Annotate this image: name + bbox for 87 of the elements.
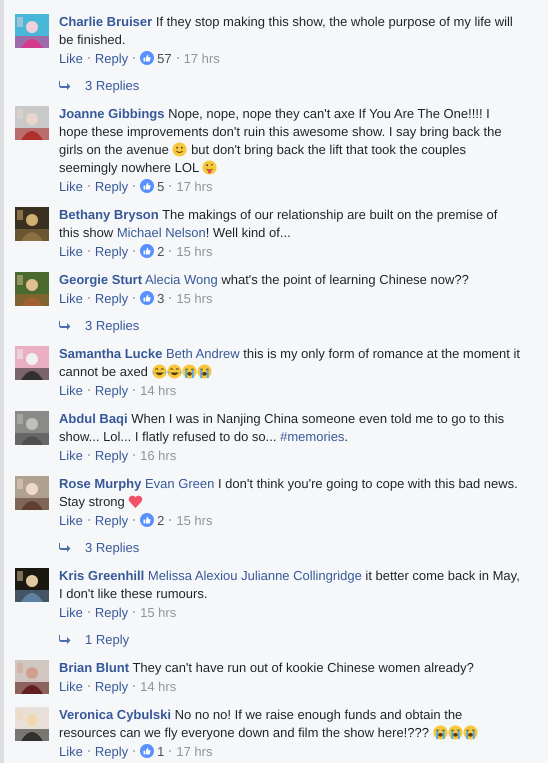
like-icon [140, 291, 154, 305]
view-replies-link[interactable]: 3 Replies [85, 540, 140, 554]
timestamp: 15 hrs [176, 512, 212, 528]
laughing-emoji-icon [166, 364, 182, 379]
comment-action-link[interactable]: Reply [94, 448, 128, 462]
mention-link[interactable]: Melissa Alexiou [148, 568, 238, 583]
reply-arrow-icon [59, 634, 71, 644]
tongue-emoji-icon [202, 160, 218, 175]
comment-text: Veronica Cybulski No no no! If we raise enough funds and obtain the resources can we fly everyone down and film the show here!??? [59, 706, 521, 742]
like-count: 2 [157, 244, 164, 258]
comment-action-link[interactable]: Reply [94, 382, 128, 398]
laughing-emoji-icon [152, 364, 167, 379]
comment-action-link[interactable]: Reply [94, 604, 128, 620]
like-icon [140, 179, 154, 193]
view-replies-link[interactable]: 1 Reply [85, 632, 130, 646]
comment-action-link[interactable]: Reply [94, 178, 128, 194]
comment-action-link[interactable]: Like [59, 178, 83, 194]
crying-emoji-icon [448, 725, 463, 740]
commenter-name[interactable]: Rose Murphy [59, 476, 142, 491]
commenter-name[interactable]: Brian Blunt [59, 660, 130, 675]
comment-text: Rose Murphy Evan Green I don't think you're going to cope with this bad news. Stay strong [59, 475, 519, 511]
like-count: 1 [157, 744, 164, 758]
like-count: 5 [157, 178, 164, 194]
like-count: 57 [157, 50, 172, 66]
like-count: 2 [157, 512, 164, 528]
comment-action-link[interactable]: Like [59, 50, 83, 66]
heart-icon [128, 494, 144, 509]
timestamp: 17 hrs [176, 178, 212, 194]
comment-action-link[interactable]: Like [59, 448, 83, 462]
reply-arrow-icon [59, 80, 71, 90]
comment-text: Samantha Lucke Beth Andrew this is my only form of romance at the moment it cannot be axed [59, 345, 521, 381]
timestamp: 15 hrs [140, 604, 176, 620]
comment-action-link[interactable]: Reply [94, 244, 128, 258]
mention-link[interactable]: Beth Andrew [166, 346, 240, 361]
comment-action-link[interactable]: Reply [94, 50, 128, 66]
like-icon [140, 51, 154, 65]
crying-emoji-icon [196, 364, 212, 379]
comment-text: Kris Greenhill Melissa Alexiou Julianne Collingridge it better come back in May, I don't like these rumours. [59, 567, 521, 603]
like-icon [140, 744, 154, 758]
comment-action-link[interactable]: Like [59, 244, 83, 258]
reply-arrow-icon [59, 542, 71, 552]
mention-link[interactable]: #memories [280, 429, 344, 444]
commenter-name[interactable]: Abdul Baqi [59, 411, 128, 426]
reply-arrow-icon [59, 320, 71, 330]
view-replies-link[interactable]: 3 Replies [85, 318, 140, 332]
commenter-name[interactable]: Charlie Bruiser [59, 14, 152, 29]
comment-text: Bethany Bryson The makings of our relationship are built on the premise of this show Michael Nelson! Well kind of... [59, 206, 498, 242]
mention-link[interactable]: Alecia Wong [144, 272, 218, 287]
comment-action-link[interactable]: Like [59, 604, 83, 620]
commenter-name[interactable]: Samantha Lucke [59, 346, 162, 361]
timestamp: 16 hrs [140, 448, 176, 462]
comment-text: Georgie Sturt Alecia Wong what's the point of learning Chinese now?? [59, 271, 470, 289]
comment-action-link[interactable]: Reply [94, 678, 128, 694]
comment-action-link[interactable]: Like [59, 678, 83, 694]
comment-action-link[interactable]: Like [59, 290, 83, 306]
comment-text: Abdul Baqi When I was in Nanjing China someone even told me to go to this show... Lol... I flatly refused to do so... #memories. [59, 410, 506, 446]
timestamp: 17 hrs [176, 744, 212, 758]
comment-text: Brian Blunt They can't have run out of kookie Chinese women already? [59, 659, 475, 677]
commenter-name[interactable]: Kris Greenhill [59, 568, 144, 583]
commenter-name[interactable]: Joanne Gibbings [59, 106, 164, 121]
commenter-name[interactable]: Georgie Sturt [59, 272, 142, 287]
comment-text: Charlie Bruiser If they stop making this show, the whole purpose of my life will be finished. [59, 13, 514, 49]
comment-action-link[interactable]: Like [59, 744, 83, 758]
like-icon [140, 513, 154, 527]
commenter-name[interactable]: Bethany Bryson [59, 207, 159, 222]
timestamp: 15 hrs [176, 244, 212, 258]
crying-emoji-icon [462, 725, 478, 740]
comment-action-link[interactable]: Like [59, 382, 83, 398]
like-count: 3 [157, 290, 164, 306]
comment-action-link[interactable]: Reply [94, 512, 128, 528]
comment-action-link[interactable]: Reply [94, 290, 128, 306]
comment-action-link[interactable]: Reply [94, 744, 128, 758]
timestamp: 14 hrs [140, 382, 176, 398]
commenter-name[interactable]: Veronica Cybulski [59, 707, 171, 722]
timestamp: 17 hrs [184, 50, 220, 66]
mention-link[interactable]: Julianne Collingridge [241, 568, 362, 583]
crying-emoji-icon [432, 725, 448, 740]
timestamp: 14 hrs [140, 678, 176, 694]
mention-link[interactable]: Michael Nelson [116, 225, 206, 240]
comment-text: Joanne Gibbings Nope, nope, nope they can't axe If You Are The One!!!! I hope these improvements don't ruin this awesome show. I say bring back the girls on the avenue but don't bring back the lift that took the couples seemingly nowhere LOL [59, 105, 503, 177]
like-icon [140, 244, 154, 258]
smiley-emoji-icon [172, 142, 188, 157]
comment-action-link[interactable]: Like [59, 512, 83, 528]
crying-emoji-icon [182, 364, 197, 379]
view-replies-link[interactable]: 3 Replies [85, 78, 140, 92]
mention-link[interactable]: Evan Green [144, 476, 214, 491]
timestamp: 15 hrs [176, 290, 212, 306]
